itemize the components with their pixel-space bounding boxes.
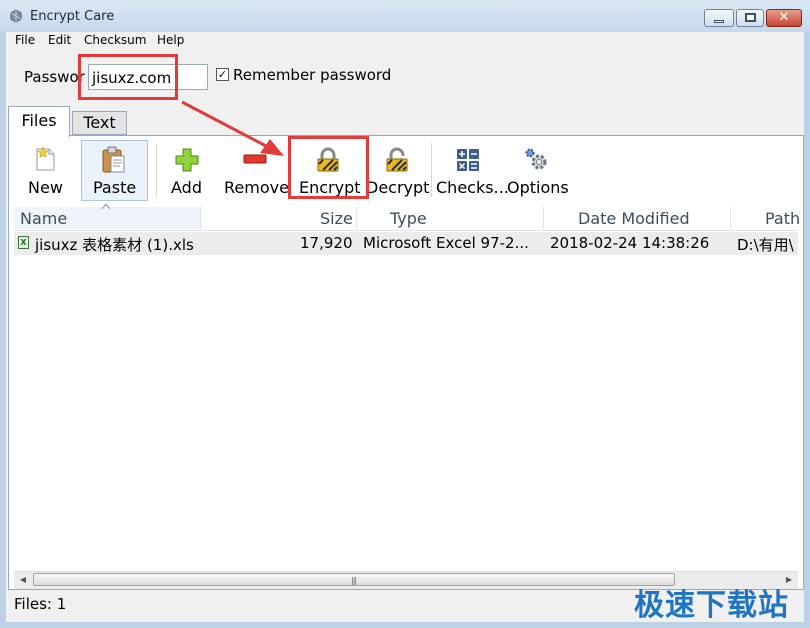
close-button[interactable]: ✕: [766, 9, 802, 27]
paste-icon: [102, 146, 125, 173]
column-type[interactable]: Type: [390, 209, 427, 228]
title-bar: [0, 0, 810, 32]
column-name[interactable]: Name: [20, 209, 67, 228]
maximize-icon: [745, 13, 756, 22]
tab-files-label: Files: [21, 111, 57, 130]
highlight-password: [78, 54, 178, 100]
decrypt-button-label[interactable]: Decrypt: [366, 178, 429, 197]
password-label: Passwor: [24, 68, 85, 86]
scrollbar-thumb[interactable]: |||: [33, 573, 675, 586]
remove-button-label[interactable]: Remove: [224, 178, 289, 197]
checksum-button-label[interactable]: Checks...: [436, 178, 509, 197]
excel-file-icon: X: [18, 236, 29, 249]
remember-password-checkbox[interactable]: ✓: [216, 68, 229, 81]
add-button-label[interactable]: Add: [171, 178, 202, 197]
cell-size: 17,920: [300, 234, 353, 252]
menu-edit[interactable]: Edit: [48, 33, 71, 47]
column-date-modified[interactable]: Date Modified: [578, 209, 690, 228]
app-icon: [10, 9, 22, 23]
new-file-icon[interactable]: [34, 146, 58, 172]
close-icon: ✕: [778, 10, 790, 25]
column-separator[interactable]: [543, 207, 544, 229]
tab-files[interactable]: Files: [8, 106, 70, 137]
tab-text[interactable]: Text: [72, 111, 127, 135]
options-button-label[interactable]: Options: [507, 178, 569, 197]
cell-path: D:\有用\: [737, 236, 794, 254]
column-path[interactable]: Path: [765, 209, 800, 228]
annotation-arrow: [181, 100, 284, 156]
menu-checksum[interactable]: Checksum: [84, 33, 146, 47]
watermark: 极速下载站: [634, 588, 789, 623]
toolbar-separator: [156, 143, 157, 197]
highlight-encrypt: [288, 136, 369, 199]
menu-file[interactable]: File: [15, 33, 35, 47]
scroll-left-arrow-icon[interactable]: ◀: [16, 573, 30, 587]
column-separator[interactable]: [730, 207, 731, 229]
minimize-button[interactable]: [704, 9, 734, 27]
grip-icon: |||: [351, 576, 357, 585]
column-separator[interactable]: [356, 207, 357, 229]
cell-type: Microsoft Excel 97-2...: [363, 234, 529, 252]
cell-name: jisuxz 表格素材 (1).xls: [35, 236, 194, 254]
cell-date: 2018-02-24 14:38:26: [550, 234, 710, 252]
menu-help[interactable]: Help: [157, 33, 184, 47]
column-separator[interactable]: [200, 207, 201, 229]
sort-ascending-icon: [102, 204, 110, 209]
status-text: Files: 1: [14, 595, 67, 613]
new-button-label[interactable]: New: [28, 178, 63, 197]
tab-text-label: Text: [83, 113, 116, 132]
toolbar-separator: [431, 143, 432, 197]
lock-open-icon[interactable]: [384, 147, 410, 173]
paste-button-label: Paste: [93, 178, 137, 197]
calculator-icon[interactable]: [456, 148, 480, 172]
files-panel: [8, 135, 804, 590]
column-size[interactable]: Size: [320, 209, 353, 228]
gear-icon[interactable]: [524, 147, 550, 173]
maximize-button[interactable]: [736, 9, 764, 27]
window-title: Encrypt Care: [30, 9, 115, 24]
minimize-icon: [714, 20, 724, 23]
remember-password-label: Remember password: [233, 66, 392, 84]
